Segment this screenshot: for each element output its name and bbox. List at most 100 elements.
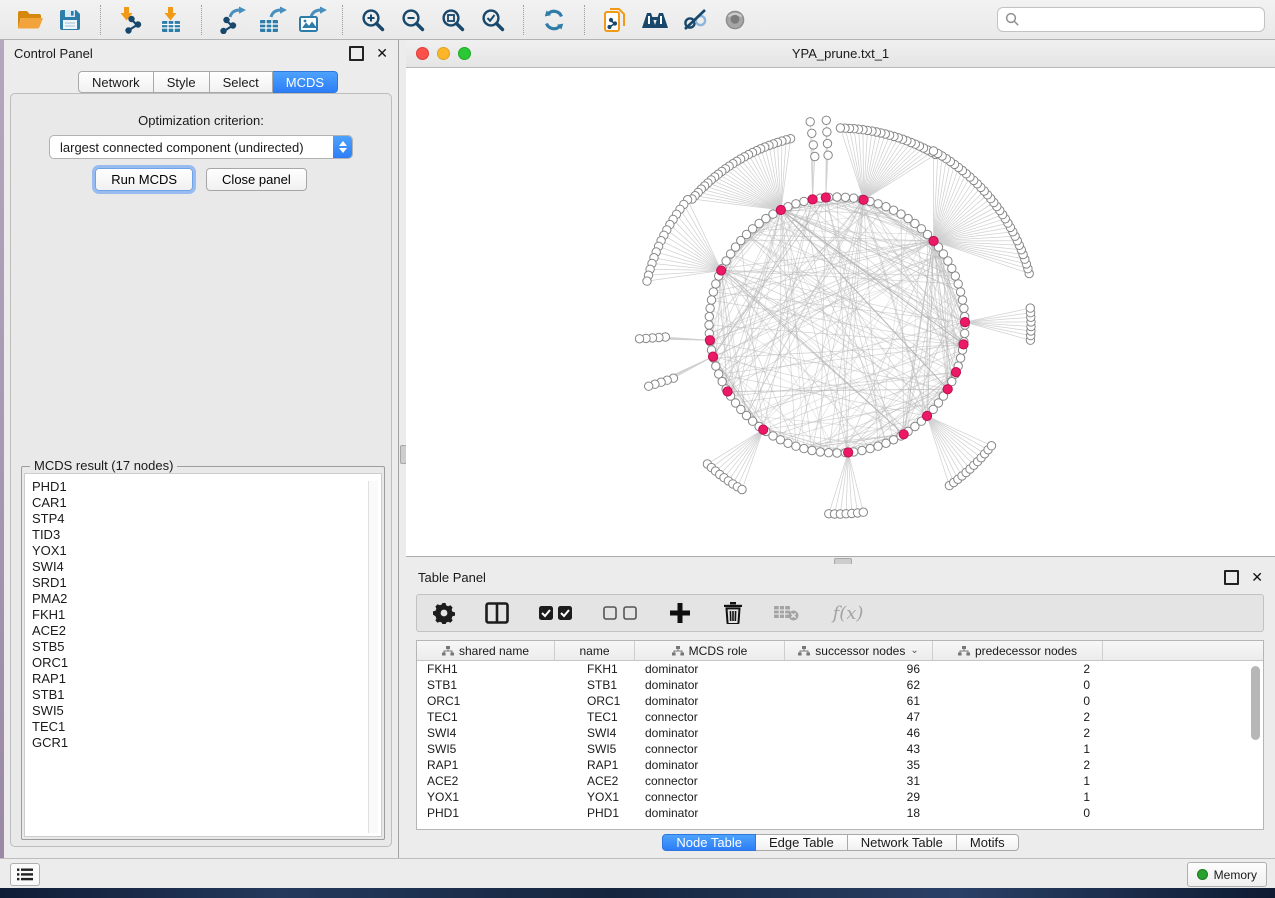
import-table-button[interactable] bbox=[154, 4, 188, 36]
show-log-button[interactable] bbox=[10, 863, 40, 886]
list-item[interactable]: FKH1 bbox=[32, 607, 381, 623]
list-item[interactable]: YOX1 bbox=[32, 543, 381, 559]
select-all-columns-button[interactable] bbox=[537, 600, 575, 626]
toggle-panel-columns-button[interactable] bbox=[484, 600, 510, 626]
list-item[interactable]: PHD1 bbox=[32, 479, 381, 495]
create-column-button[interactable] bbox=[667, 600, 693, 626]
open-folder-icon bbox=[15, 7, 45, 33]
column-header-name[interactable]: name bbox=[555, 641, 635, 660]
network-canvas[interactable] bbox=[406, 68, 1275, 556]
table-panel-close-button[interactable]: ✕ bbox=[1251, 572, 1263, 583]
search-input[interactable] bbox=[1025, 11, 1257, 28]
list-item[interactable]: TEC1 bbox=[32, 719, 381, 735]
delete-table-button-disabled bbox=[773, 600, 799, 626]
table-panel-float-button[interactable] bbox=[1224, 570, 1239, 585]
tab-mcds[interactable]: MCDS bbox=[273, 71, 338, 93]
column-header-predecessor-nodes[interactable]: predecessor nodes bbox=[933, 641, 1103, 660]
control-panel-float-button[interactable] bbox=[349, 46, 364, 61]
tab-node-table[interactable]: Node Table bbox=[662, 834, 756, 851]
zoom-in-button[interactable] bbox=[356, 4, 390, 36]
list-item[interactable]: PMA2 bbox=[32, 591, 381, 607]
control-panel-close-button[interactable]: ✕ bbox=[376, 48, 388, 59]
zoom-out-button[interactable] bbox=[396, 4, 430, 36]
dropdown-stepper-icon bbox=[333, 136, 352, 158]
import-network-button[interactable] bbox=[114, 4, 148, 36]
show-details-button[interactable] bbox=[718, 4, 752, 36]
close-panel-button[interactable]: Close panel bbox=[206, 168, 307, 191]
tab-edge-table[interactable]: Edge Table bbox=[756, 834, 848, 851]
refresh-layout-button[interactable] bbox=[537, 4, 571, 36]
import-network-icon bbox=[116, 6, 146, 34]
column-header-successor-nodes[interactable]: successor nodes⌄ bbox=[785, 641, 933, 660]
tab-select[interactable]: Select bbox=[210, 71, 273, 93]
list-item[interactable]: ORC1 bbox=[32, 655, 381, 671]
toolbar-separator bbox=[584, 5, 585, 35]
zoom-fit-button[interactable] bbox=[436, 4, 470, 36]
table-toolbar: f(x) bbox=[416, 594, 1264, 632]
list-item[interactable]: TID3 bbox=[32, 527, 381, 543]
table-row[interactable]: ORC1ORC1dominator610 bbox=[417, 693, 1263, 709]
tab-network-table[interactable]: Network Table bbox=[848, 834, 957, 851]
optimization-criterion-label: Optimization criterion: bbox=[11, 113, 391, 128]
memory-button[interactable]: Memory bbox=[1187, 862, 1267, 887]
list-item[interactable]: STB1 bbox=[32, 687, 381, 703]
zoom-fit-icon bbox=[440, 7, 466, 33]
main-toolbar bbox=[0, 0, 1275, 40]
control-panel-tabs: Network Style Select MCDS bbox=[78, 71, 338, 93]
export-table-button[interactable] bbox=[255, 4, 289, 36]
table-row[interactable]: YOX1YOX1connector291 bbox=[417, 789, 1263, 805]
clone-network-icon bbox=[601, 6, 629, 34]
table-row[interactable]: PHD1PHD1dominator180 bbox=[417, 805, 1263, 821]
unchecked-boxes-icon bbox=[603, 606, 639, 620]
list-item[interactable]: ACE2 bbox=[32, 623, 381, 639]
unselect-all-columns-button[interactable] bbox=[602, 600, 640, 626]
export-image-button[interactable] bbox=[295, 4, 329, 36]
hide-details-button[interactable] bbox=[678, 4, 712, 36]
table-row[interactable]: SWI5SWI5connector431 bbox=[417, 741, 1263, 757]
table-row[interactable]: SWI4SWI4dominator462 bbox=[417, 725, 1263, 741]
open-session-button[interactable] bbox=[13, 4, 47, 36]
list-item[interactable]: STB5 bbox=[32, 639, 381, 655]
optimization-criterion-select[interactable]: largest connected component (undirected) bbox=[49, 135, 353, 159]
gear-icon bbox=[433, 602, 455, 624]
column-type-icon bbox=[958, 646, 970, 656]
delete-table-icon bbox=[773, 604, 799, 622]
first-neighbors-button[interactable] bbox=[638, 4, 672, 36]
search-field[interactable] bbox=[997, 7, 1265, 32]
list-item[interactable]: STP4 bbox=[32, 511, 381, 527]
checked-boxes-icon bbox=[538, 605, 574, 621]
list-item[interactable]: CAR1 bbox=[32, 495, 381, 511]
list-item[interactable]: SWI4 bbox=[32, 559, 381, 575]
table-row[interactable]: TEC1TEC1connector472 bbox=[417, 709, 1263, 725]
list-icon bbox=[17, 868, 33, 881]
delete-column-button[interactable] bbox=[720, 600, 746, 626]
run-mcds-button[interactable]: Run MCDS bbox=[95, 168, 193, 191]
column-header-shared-name[interactable]: shared name bbox=[417, 641, 555, 660]
mcds-result-groupbox: MCDS result (17 nodes) PHD1 CAR1 STP4 TI… bbox=[21, 466, 385, 840]
list-item[interactable]: SWI5 bbox=[32, 703, 381, 719]
zoom-selected-icon bbox=[480, 7, 506, 33]
column-header-mcds-role[interactable]: MCDS role bbox=[635, 641, 785, 660]
network-window-title: YPA_prune.txt_1 bbox=[406, 46, 1275, 61]
table-scrollbar[interactable] bbox=[1251, 664, 1261, 826]
table-panel-titlebar: Table Panel ✕ bbox=[406, 564, 1275, 590]
table-row[interactable]: RAP1RAP1dominator352 bbox=[417, 757, 1263, 773]
zoom-selected-button[interactable] bbox=[476, 4, 510, 36]
export-network-icon bbox=[217, 6, 247, 34]
horizontal-splitter[interactable] bbox=[406, 556, 1275, 564]
tab-motifs[interactable]: Motifs bbox=[957, 834, 1019, 851]
export-network-button[interactable] bbox=[215, 4, 249, 36]
table-row[interactable]: ACE2ACE2connector311 bbox=[417, 773, 1263, 789]
table-settings-button[interactable] bbox=[431, 600, 457, 626]
save-session-button[interactable] bbox=[53, 4, 87, 36]
list-item[interactable]: GCR1 bbox=[32, 735, 381, 751]
list-item[interactable]: SRD1 bbox=[32, 575, 381, 591]
table-scrollbar-thumb[interactable] bbox=[1251, 666, 1260, 740]
list-item[interactable]: RAP1 bbox=[32, 671, 381, 687]
tab-style[interactable]: Style bbox=[154, 71, 210, 93]
table-row[interactable]: FKH1FKH1dominator962 bbox=[417, 661, 1263, 677]
table-row[interactable]: STB1STB1dominator620 bbox=[417, 677, 1263, 693]
clone-network-button[interactable] bbox=[598, 4, 632, 36]
mcds-list-scrollbar[interactable] bbox=[368, 481, 378, 833]
tab-network[interactable]: Network bbox=[78, 71, 154, 93]
